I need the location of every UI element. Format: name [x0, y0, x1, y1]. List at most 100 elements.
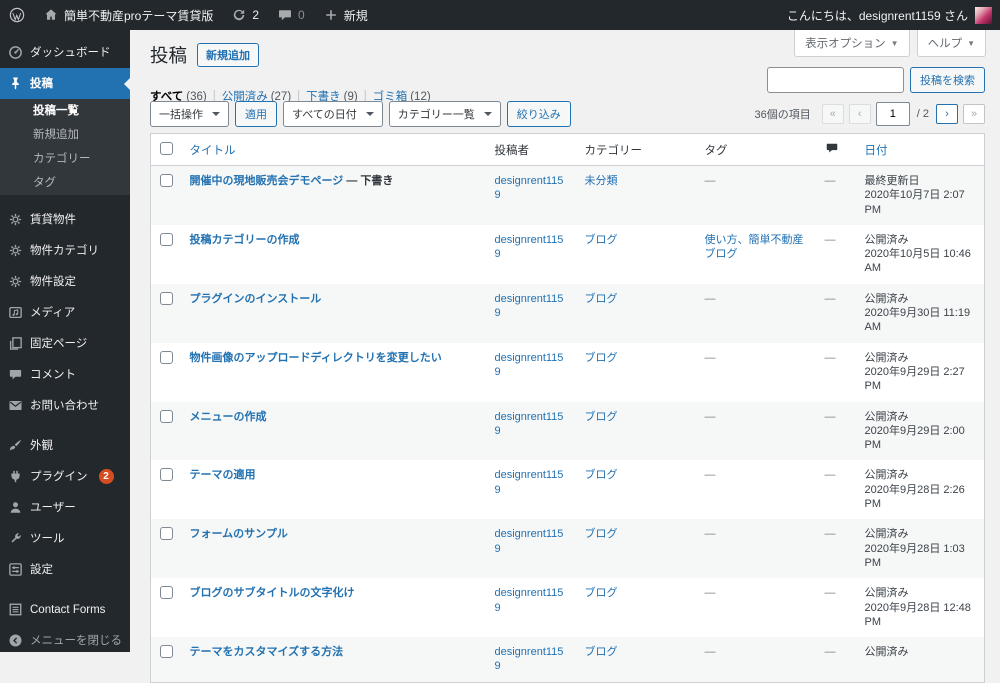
category-link[interactable]: ブログ: [585, 411, 618, 423]
sidebar-item-users[interactable]: ユーザー: [0, 492, 130, 523]
comments-count: —: [824, 469, 836, 482]
help-button[interactable]: ヘルプ ▼: [916, 30, 986, 57]
row-checkbox[interactable]: [160, 527, 173, 541]
author-link[interactable]: designrent1159: [495, 469, 564, 495]
last-page-button[interactable]: »: [963, 104, 985, 124]
author-link[interactable]: designrent1159: [495, 175, 564, 201]
date-filter-select[interactable]: すべての日付: [283, 101, 383, 127]
help-label: ヘルプ: [927, 38, 963, 50]
sidebar-item-settings[interactable]: 設定: [0, 554, 130, 585]
author-link[interactable]: designrent1159: [495, 587, 564, 613]
tag-link[interactable]: 使い方、簡単不動産ブログ: [705, 234, 804, 260]
sidebar-subitem-categories[interactable]: カテゴリー: [0, 147, 130, 171]
author-link[interactable]: designrent1159: [495, 352, 564, 378]
post-title-link[interactable]: 投稿カテゴリーの作成: [190, 234, 300, 246]
current-page-input[interactable]: [875, 102, 910, 126]
author-link[interactable]: designrent1159: [495, 528, 564, 554]
chevron-down-icon: [365, 112, 374, 120]
post-date: 2020年9月29日 2:27 PM: [864, 365, 965, 393]
select-all-checkbox[interactable]: [160, 141, 173, 155]
search-input[interactable]: [767, 67, 904, 93]
sidebar-item-comments[interactable]: コメント: [0, 359, 130, 390]
category-link[interactable]: ブログ: [585, 528, 618, 540]
pages-icon: [8, 336, 23, 351]
sidebar-item-rental-properties[interactable]: 賃貸物件: [0, 204, 130, 235]
updates-count: 2: [252, 8, 260, 22]
sidebar-item-property-settings[interactable]: 物件設定: [0, 266, 130, 297]
sidebar-item-dashboard[interactable]: ダッシュボード: [0, 37, 130, 68]
site-name-link[interactable]: 簡単不動産proテーマ賃貸版: [34, 0, 222, 30]
category-link[interactable]: ブログ: [585, 469, 618, 481]
sidebar-subitem-posts-new[interactable]: 新規追加: [0, 123, 130, 147]
table-toolbar: 一括操作 適用 すべての日付 カテゴリー一覧 絞り込み 36個の項目 « ‹ /…: [150, 101, 985, 127]
post-title-link[interactable]: フォームのサンプル: [190, 528, 288, 540]
category-link[interactable]: 未分類: [585, 175, 618, 187]
search-box: 投稿を検索: [767, 67, 985, 93]
category-link[interactable]: ブログ: [585, 352, 618, 364]
category-link[interactable]: ブログ: [585, 587, 618, 599]
post-title-link[interactable]: テーマの適用: [190, 469, 256, 481]
gear-icon: [8, 212, 23, 227]
author-link[interactable]: designrent1159: [495, 234, 564, 260]
post-title-link[interactable]: プラグインのインストール: [190, 293, 322, 305]
sidebar-item-property-categories[interactable]: 物件カテゴリ: [0, 235, 130, 266]
post-title-link[interactable]: 物件画像のアップロードディレクトリを変更したい: [190, 352, 442, 364]
comments-link[interactable]: 0: [268, 0, 314, 30]
tags-cell: —: [696, 578, 816, 637]
post-status: 最終更新日: [864, 175, 920, 187]
gear-icon: [8, 243, 23, 258]
next-page-button[interactable]: ›: [936, 104, 958, 124]
my-account-link[interactable]: こんにちは、designrent1159 さん: [787, 6, 1000, 24]
category-link[interactable]: ブログ: [585, 646, 618, 658]
sidebar-item-media[interactable]: メディア: [0, 297, 130, 328]
row-checkbox[interactable]: [160, 409, 173, 423]
sidebar-item-posts[interactable]: 投稿: [0, 68, 130, 99]
post-title-link[interactable]: テーマをカスタマイズする方法: [190, 646, 344, 658]
prev-page-button[interactable]: ‹: [848, 104, 871, 124]
comment-icon: [8, 367, 23, 382]
author-link[interactable]: designrent1159: [495, 646, 564, 672]
column-header-title[interactable]: タイトル: [180, 133, 486, 166]
row-checkbox[interactable]: [160, 291, 173, 305]
row-checkbox[interactable]: [160, 586, 173, 600]
row-checkbox[interactable]: [160, 468, 173, 482]
updates-link[interactable]: 2: [222, 0, 268, 30]
add-new-button[interactable]: 新規追加: [197, 43, 260, 67]
sidebar-item-collapse-menu[interactable]: メニューを閉じる: [0, 625, 130, 656]
column-header-date[interactable]: 日付: [855, 133, 985, 166]
author-link[interactable]: designrent1159: [495, 293, 564, 319]
author-link[interactable]: designrent1159: [495, 411, 564, 437]
post-title-link[interactable]: メニューの作成: [190, 411, 267, 423]
wp-logo-menu[interactable]: [0, 0, 34, 30]
search-posts-button[interactable]: 投稿を検索: [910, 67, 985, 93]
sidebar-item-pages[interactable]: 固定ページ: [0, 328, 130, 359]
row-checkbox[interactable]: [160, 350, 173, 364]
screen-options-button[interactable]: 表示オプション ▼: [794, 30, 910, 57]
bulk-action-select[interactable]: 一括操作: [150, 101, 229, 127]
post-title-link[interactable]: ブログのサブタイトルの文字化け: [190, 587, 355, 599]
filter-button[interactable]: 絞り込み: [506, 101, 571, 127]
category-link[interactable]: ブログ: [585, 293, 618, 305]
row-checkbox[interactable]: [160, 174, 173, 187]
sidebar-subitem-posts-all[interactable]: 投稿一覧: [0, 99, 130, 123]
post-status: 公開済み: [864, 292, 909, 305]
sidebar-item-plugins[interactable]: プラグイン 2: [0, 461, 130, 492]
comments-column-icon: [825, 141, 839, 155]
comments-count: —: [824, 646, 836, 659]
apply-button[interactable]: 適用: [235, 101, 277, 127]
sidebar-subitem-tags[interactable]: タグ: [0, 171, 130, 195]
category-filter-select[interactable]: カテゴリー一覧: [388, 101, 501, 127]
bulk-action-value: 一括操作: [159, 109, 203, 121]
post-status: 公開済み: [864, 528, 909, 541]
post-title-link[interactable]: 開催中の現地販売会デモページ: [190, 175, 344, 187]
sidebar-item-contact[interactable]: お問い合わせ: [0, 390, 130, 421]
no-tags-dash: —: [704, 410, 716, 423]
sidebar-item-contact-forms[interactable]: Contact Forms: [0, 594, 130, 625]
category-link[interactable]: ブログ: [585, 234, 618, 246]
new-content-link[interactable]: 新規: [314, 0, 377, 30]
sidebar-item-tools[interactable]: ツール: [0, 523, 130, 554]
first-page-button[interactable]: «: [821, 104, 844, 124]
row-checkbox[interactable]: [160, 232, 173, 246]
table-row: ブログのサブタイトルの文字化け designrent1159 ブログ — — 公…: [151, 578, 985, 637]
sidebar-item-appearance[interactable]: 外観: [0, 430, 130, 461]
